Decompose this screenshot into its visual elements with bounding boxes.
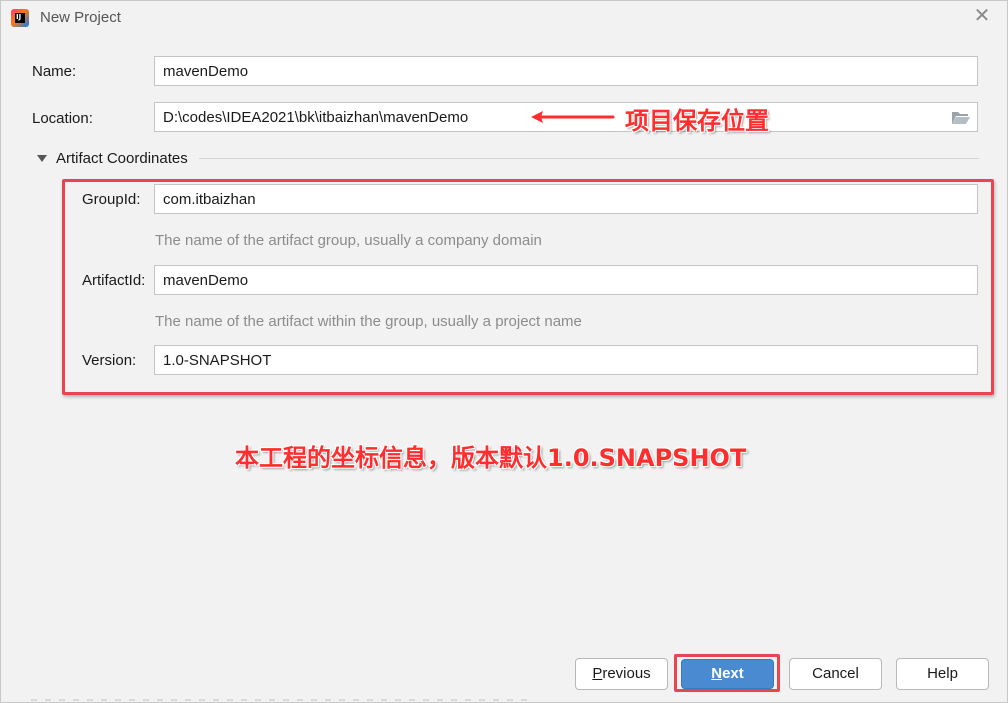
window-title: New Project [40,9,121,26]
location-annotation: 项目保存位置 [625,107,769,135]
intellij-idea-icon: IJ [11,9,29,27]
close-icon[interactable]: ✕ [973,6,991,26]
name-field[interactable] [154,56,978,86]
artifact-coordinates-header[interactable]: Artifact Coordinates [56,150,188,167]
section-divider [199,158,979,159]
arrow-left-icon [531,111,615,123]
coordinates-highlight-box [62,179,994,395]
next-highlight-box [674,654,780,692]
folder-open-icon[interactable] [951,110,971,125]
help-button[interactable]: Help [896,658,989,690]
new-project-dialog: IJ New Project ✕ Name: Location: 项目保存位置 … [0,0,1008,703]
title-bar: IJ New Project ✕ [1,1,1007,35]
status-strip [31,699,531,701]
previous-mnemonic: P [592,665,603,682]
name-label: Name: [32,63,77,80]
previous-label-rest: revious [602,665,651,682]
collapse-triangle-icon[interactable] [37,154,47,164]
cancel-button[interactable]: Cancel [789,658,882,690]
previous-button[interactable]: Previous [575,658,668,690]
location-label: Location: [32,110,93,127]
coordinates-annotation: 本工程的坐标信息，版本默认1.0.SNAPSHOT [235,444,747,472]
